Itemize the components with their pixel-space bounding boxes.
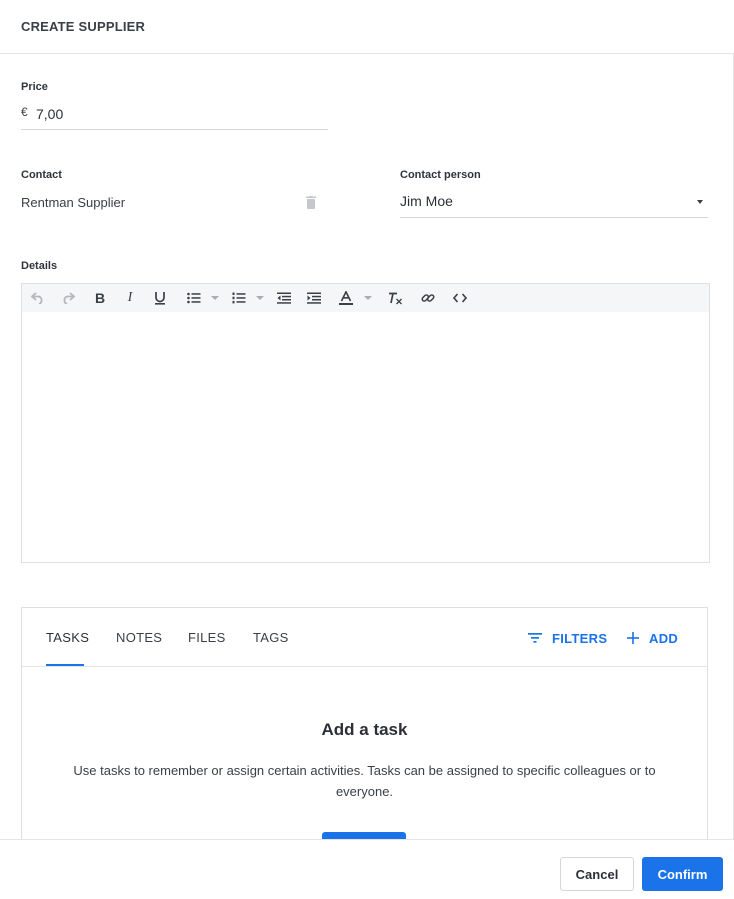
empty-state-text: Use tasks to remember or assign certain … — [73, 763, 656, 799]
tab-notes[interactable]: NOTES — [116, 630, 162, 645]
text-color-icon[interactable] — [338, 290, 354, 306]
tab-tags[interactable]: TAGS — [253, 630, 289, 645]
modal-title: CREATE SUPPLIER — [21, 19, 146, 34]
cancel-button[interactable]: Cancel — [560, 857, 634, 891]
price-label: Price — [21, 81, 48, 93]
details-content-area[interactable] — [22, 312, 709, 562]
currency-symbol: € — [21, 105, 28, 119]
price-field[interactable]: € — [21, 101, 328, 130]
contact-person-select[interactable]: Jim Moe — [400, 188, 708, 218]
filter-icon — [528, 633, 542, 643]
outdent-icon[interactable] — [276, 290, 292, 306]
tabs-panel: TASKS NOTES FILES TAGS FILTERS ADD Add a… — [21, 607, 708, 867]
contact-person-value: Jim Moe — [400, 193, 453, 209]
numbered-list-dropdown-icon[interactable] — [256, 296, 264, 300]
link-icon[interactable] — [420, 290, 436, 306]
tab-files[interactable]: FILES — [188, 630, 226, 645]
empty-state-title: Add a task — [321, 720, 408, 739]
editor-toolbar: B I — [22, 284, 709, 312]
italic-icon[interactable]: I — [122, 290, 138, 306]
clear-formatting-icon[interactable] — [387, 290, 403, 306]
indent-icon[interactable] — [306, 290, 322, 306]
trash-icon[interactable] — [306, 196, 316, 209]
filters-button[interactable]: FILTERS — [528, 629, 607, 647]
contact-value: Rentman Supplier — [21, 195, 126, 210]
tab-tasks[interactable]: TASKS — [46, 630, 89, 645]
filters-label: FILTERS — [552, 630, 608, 646]
active-tab-indicator — [46, 664, 84, 666]
redo-icon[interactable] — [60, 290, 76, 306]
contact-label: Contact — [21, 169, 62, 181]
modal-footer: Cancel Confirm — [0, 839, 734, 899]
numbered-list-icon[interactable] — [231, 290, 247, 306]
details-label: Details — [21, 260, 58, 272]
bold-icon[interactable]: B — [92, 290, 108, 306]
text-color-dropdown-icon[interactable] — [364, 296, 372, 300]
bulleted-list-dropdown-icon[interactable] — [211, 296, 219, 300]
underline-icon[interactable] — [152, 290, 168, 306]
caret-down-icon — [697, 200, 703, 204]
details-editor: B I — [21, 283, 710, 563]
add-label: ADD — [649, 630, 679, 646]
contact-person-label: Contact person — [400, 169, 481, 181]
source-code-icon[interactable] — [452, 290, 468, 306]
price-input[interactable] — [36, 104, 316, 124]
confirm-button[interactable]: Confirm — [642, 857, 723, 891]
plus-icon — [627, 632, 639, 644]
modal-header: CREATE SUPPLIER — [0, 0, 734, 54]
add-button[interactable]: ADD — [627, 629, 678, 647]
undo-icon[interactable] — [30, 290, 46, 306]
bulleted-list-icon[interactable] — [186, 290, 202, 306]
tabs-bar: TASKS NOTES FILES TAGS FILTERS ADD — [22, 608, 707, 667]
